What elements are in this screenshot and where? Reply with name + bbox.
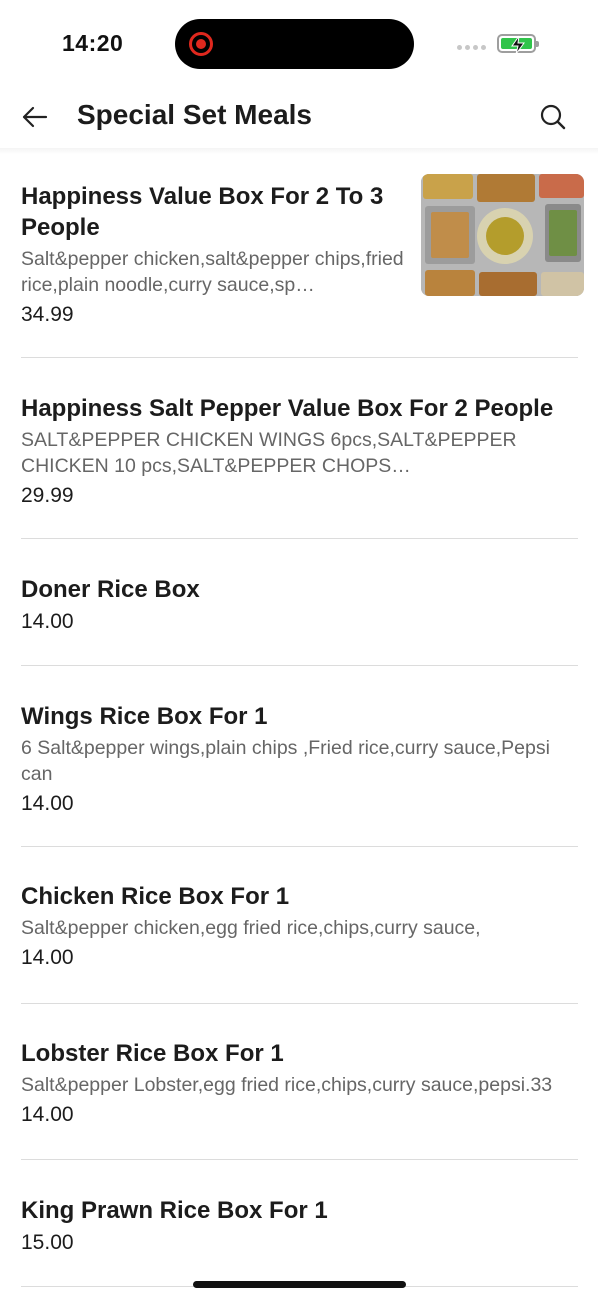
battery-charging-icon [497, 34, 539, 55]
menu-item-name: Wings Rice Box For 1 [21, 703, 268, 730]
menu-item[interactable]: King Prawn Rice Box For 1 15.00 [21, 1195, 578, 1287]
menu-item-image[interactable] [421, 174, 584, 296]
menu-item-description: 6 Salt&pepper wings,plain chips ,Fried r… [21, 737, 550, 785]
search-button[interactable] [538, 102, 568, 132]
page-title: Special Set Meals [77, 99, 313, 130]
back-arrow-icon [22, 106, 48, 128]
status-time: 14:20 [62, 30, 124, 56]
menu-item-description: Salt&pepper chicken,salt&pepper chips,fr… [21, 248, 404, 296]
home-indicator[interactable] [193, 1281, 406, 1288]
menu-item-price: 14.00 [21, 610, 74, 633]
signal-dots-icon [457, 45, 486, 50]
food-photo-image [421, 174, 584, 296]
app-header: Special Set Meals [0, 88, 598, 150]
menu-item-price: 34.99 [21, 303, 74, 326]
menu-item-name: King Prawn Rice Box For 1 [21, 1197, 328, 1224]
back-button[interactable] [20, 102, 50, 132]
menu-item[interactable]: Lobster Rice Box For 1 Salt&pepper Lobst… [21, 1038, 578, 1160]
menu-item[interactable]: Happiness Salt Pepper Value Box For 2 Pe… [21, 393, 578, 539]
menu-item-price: 15.00 [21, 1231, 74, 1254]
menu-item-price: 14.00 [21, 792, 74, 815]
status-bar: 14:20 [0, 0, 598, 90]
menu-item-name: Lobster Rice Box For 1 [21, 1040, 284, 1067]
menu-item-description: SALT&PEPPER CHICKEN WINGS 6pcs,SALT&PEPP… [21, 429, 517, 477]
dynamic-island [175, 19, 414, 69]
menu-item-text: Happiness Value Box For 2 To 3 People Sa… [21, 181, 416, 329]
menu-item-description: Salt&pepper chicken,egg fried rice,chips… [21, 917, 481, 939]
menu-item-price: 14.00 [21, 1103, 74, 1126]
menu-item[interactable]: Chicken Rice Box For 1 Salt&pepper chick… [21, 881, 578, 1004]
menu-item-name: Chicken Rice Box For 1 [21, 883, 290, 910]
menu-item-name: Happiness Salt Pepper Value Box For 2 Pe… [21, 395, 554, 422]
header-divider [0, 148, 598, 154]
recording-icon [189, 32, 213, 56]
menu-item[interactable]: Wings Rice Box For 1 6 Salt&pepper wings… [21, 701, 578, 847]
search-icon [540, 104, 566, 130]
menu-item-description: Salt&pepper Lobster,egg fried rice,chips… [21, 1074, 553, 1096]
menu-item-name: Happiness Value Box For 2 To 3 People [21, 183, 384, 241]
menu-item-price: 14.00 [21, 946, 74, 969]
menu-item[interactable]: Happiness Value Box For 2 To 3 People Sa… [21, 174, 584, 358]
menu-item-name: Doner Rice Box [21, 576, 200, 603]
menu-item-price: 29.99 [21, 484, 74, 507]
menu-item[interactable]: Doner Rice Box 14.00 [21, 574, 578, 666]
